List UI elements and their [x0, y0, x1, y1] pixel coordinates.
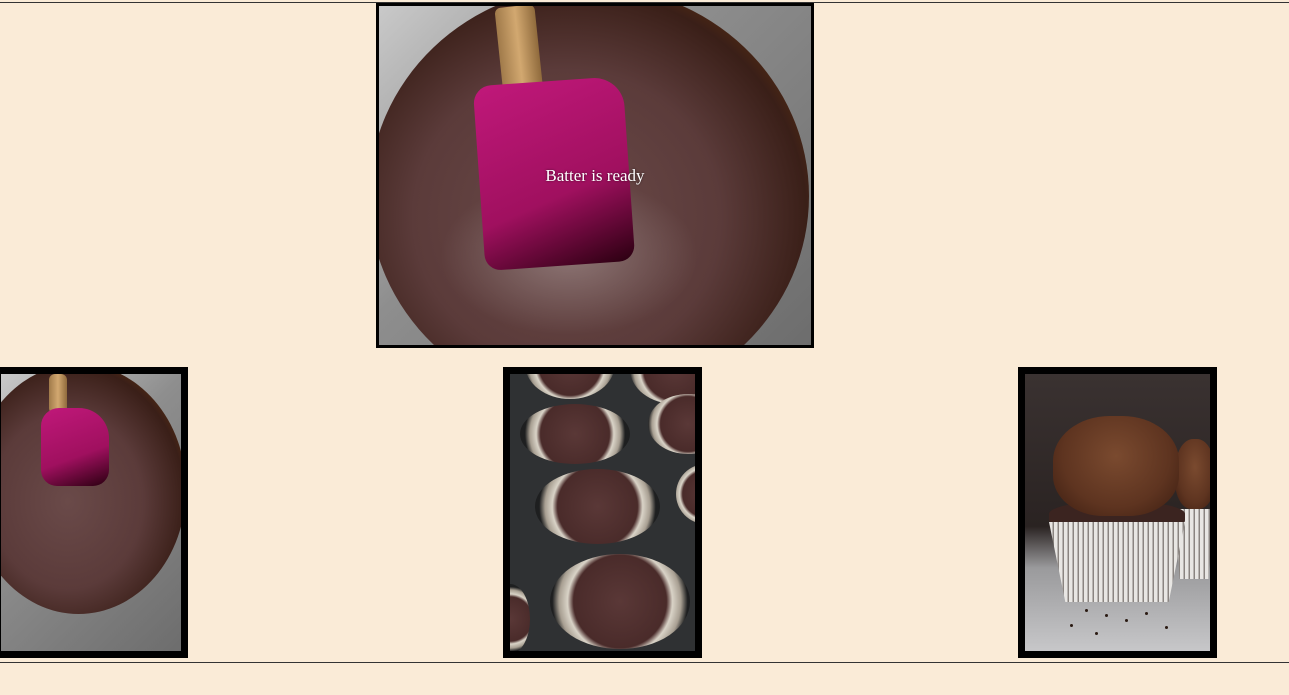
- thumbnail-image-cupcake: [1025, 374, 1210, 651]
- thumbnail-cupcake[interactable]: [1018, 367, 1217, 658]
- featured-image-frame[interactable]: Batter is ready: [376, 3, 814, 348]
- thumbnail-image-muffin-tin: [510, 374, 695, 651]
- featured-image-caption: Batter is ready: [545, 166, 645, 185]
- thumbnail-image-batter-bowl: [1, 374, 181, 651]
- thumbnail-batter-bowl[interactable]: [0, 367, 188, 658]
- thumbnail-muffin-tin[interactable]: [503, 367, 702, 658]
- bottom-divider: [0, 662, 1289, 663]
